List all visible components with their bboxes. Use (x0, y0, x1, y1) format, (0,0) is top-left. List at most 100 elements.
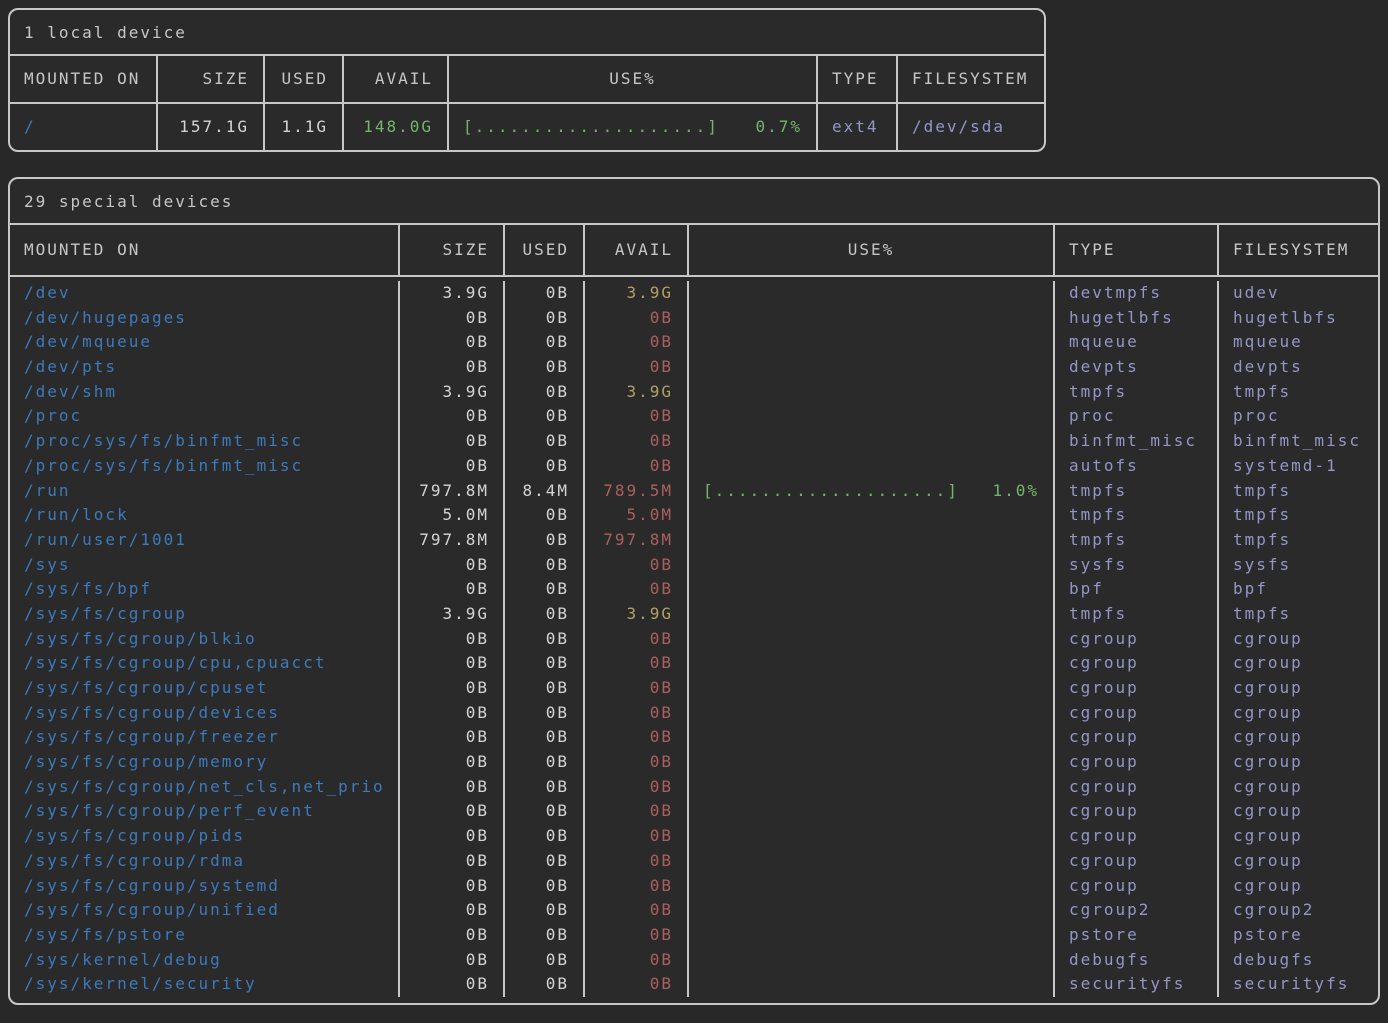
size-cell: 3.9G (398, 380, 503, 405)
type-cell: cgroup (1053, 750, 1217, 775)
mount-point-cell: /sys/fs/cgroup/cpu,cpuacct (10, 651, 398, 676)
size-cell: 0B (398, 824, 503, 849)
avail-cell: 0B (583, 701, 687, 726)
used-cell: 0B (503, 874, 583, 899)
table-row: /dev/shm3.9G0B3.9Gtmpfstmpfs (10, 380, 1378, 405)
filesystem-cell: cgroup (1217, 627, 1378, 652)
type-cell: devtmpfs (1053, 281, 1217, 306)
used-cell: 0B (503, 528, 583, 553)
table-row: /sys/fs/pstore0B0B0Bpstorepstore (10, 923, 1378, 948)
filesystem-cell: pstore (1217, 923, 1378, 948)
table-row: /dev/hugepages0B0B0Bhugetlbfshugetlbfs (10, 306, 1378, 331)
type-cell: pstore (1053, 923, 1217, 948)
type-cell: devpts (1053, 355, 1217, 380)
mount-point-cell: /sys/fs/bpf (10, 577, 398, 602)
usage-cell (687, 454, 1053, 479)
usage-cell (687, 503, 1053, 528)
table-title: 29 special devices (10, 179, 1378, 225)
avail-cell: 0B (583, 454, 687, 479)
avail-cell: 0B (583, 330, 687, 355)
used-cell: 0B (503, 849, 583, 874)
avail-cell: 0B (583, 725, 687, 750)
table-row: /sys/fs/cgroup/memory0B0B0Bcgroupcgroup (10, 750, 1378, 775)
avail-cell: 0B (583, 799, 687, 824)
used-cell: 0B (503, 404, 583, 429)
mount-point-cell: /sys/fs/pstore (10, 923, 398, 948)
used-cell: 0B (503, 355, 583, 380)
used-cell: 0B (503, 972, 583, 997)
size-cell: 0B (398, 651, 503, 676)
column-header-mounted-on: MOUNTED ON (10, 56, 156, 102)
size-cell: 0B (398, 355, 503, 380)
size-cell: 0B (398, 330, 503, 355)
avail-cell: 0B (583, 553, 687, 578)
usage-cell (687, 898, 1053, 923)
mount-point-cell: /sys/fs/cgroup/perf_event (10, 799, 398, 824)
mount-point-cell: /dev/shm (10, 380, 398, 405)
usage-cell: [....................]0.7% (447, 104, 816, 150)
avail-cell: 0B (583, 775, 687, 800)
filesystem-cell: systemd-1 (1217, 454, 1378, 479)
mount-point-cell: /sys/fs/cgroup/freezer (10, 725, 398, 750)
type-cell: securityfs (1053, 972, 1217, 997)
avail-cell: 0B (583, 429, 687, 454)
used-cell: 0B (503, 898, 583, 923)
mount-point-cell: /sys/fs/cgroup/pids (10, 824, 398, 849)
usage-cell (687, 651, 1053, 676)
mount-point-cell: /sys/fs/cgroup/unified (10, 898, 398, 923)
usage-cell (687, 972, 1053, 997)
filesystem-cell: debugfs (1217, 948, 1378, 973)
type-cell: cgroup (1053, 651, 1217, 676)
avail-cell: 0B (583, 898, 687, 923)
size-cell: 0B (398, 553, 503, 578)
avail-cell: 0B (583, 948, 687, 973)
column-header-mounted-on: MOUNTED ON (10, 225, 398, 275)
usage-cell (687, 380, 1053, 405)
used-cell: 0B (503, 701, 583, 726)
mount-point-cell: /dev/pts (10, 355, 398, 380)
type-cell: cgroup2 (1053, 898, 1217, 923)
avail-cell: 0B (583, 404, 687, 429)
size-cell: 0B (398, 799, 503, 824)
filesystem-cell: devpts (1217, 355, 1378, 380)
type-cell: bpf (1053, 577, 1217, 602)
table-row: /sys0B0B0Bsysfssysfs (10, 553, 1378, 578)
table-row: /sys/fs/cgroup/freezer0B0B0Bcgroupcgroup (10, 725, 1378, 750)
column-header-avail: AVAIL (583, 225, 687, 275)
type-cell: mqueue (1053, 330, 1217, 355)
used-cell: 0B (503, 627, 583, 652)
used-cell: 1.1G (263, 104, 342, 150)
avail-cell: 0B (583, 627, 687, 652)
filesystem-cell: sysfs (1217, 553, 1378, 578)
usage-cell (687, 627, 1053, 652)
avail-cell: 789.5M (583, 479, 687, 504)
type-cell: debugfs (1053, 948, 1217, 973)
avail-cell: 148.0G (342, 104, 447, 150)
type-cell: cgroup (1053, 824, 1217, 849)
mount-point-cell: /sys/fs/cgroup/net_cls,net_prio (10, 775, 398, 800)
usage-cell (687, 404, 1053, 429)
usage-cell (687, 602, 1053, 627)
avail-cell: 797.8M (583, 528, 687, 553)
filesystem-cell: udev (1217, 281, 1378, 306)
used-cell: 0B (503, 948, 583, 973)
filesystem-cell: mqueue (1217, 330, 1378, 355)
type-cell: cgroup (1053, 874, 1217, 899)
filesystem-cell: tmpfs (1217, 602, 1378, 627)
mount-point-cell: /sys/kernel/debug (10, 948, 398, 973)
filesystem-cell: /dev/sda (896, 104, 1044, 150)
filesystem-cell: bpf (1217, 577, 1378, 602)
usage-percent: 0.7% (755, 104, 802, 150)
avail-cell: 0B (583, 750, 687, 775)
filesystem-cell: tmpfs (1217, 479, 1378, 504)
mount-point-cell: /sys/fs/cgroup/memory (10, 750, 398, 775)
size-cell: 0B (398, 948, 503, 973)
avail-cell: 0B (583, 972, 687, 997)
usage-cell (687, 553, 1053, 578)
size-cell: 0B (398, 750, 503, 775)
used-cell: 0B (503, 454, 583, 479)
mount-point-cell: /sys/fs/cgroup/cpuset (10, 676, 398, 701)
mount-point-cell: /run/user/1001 (10, 528, 398, 553)
type-cell: autofs (1053, 454, 1217, 479)
mount-point-cell: /dev (10, 281, 398, 306)
